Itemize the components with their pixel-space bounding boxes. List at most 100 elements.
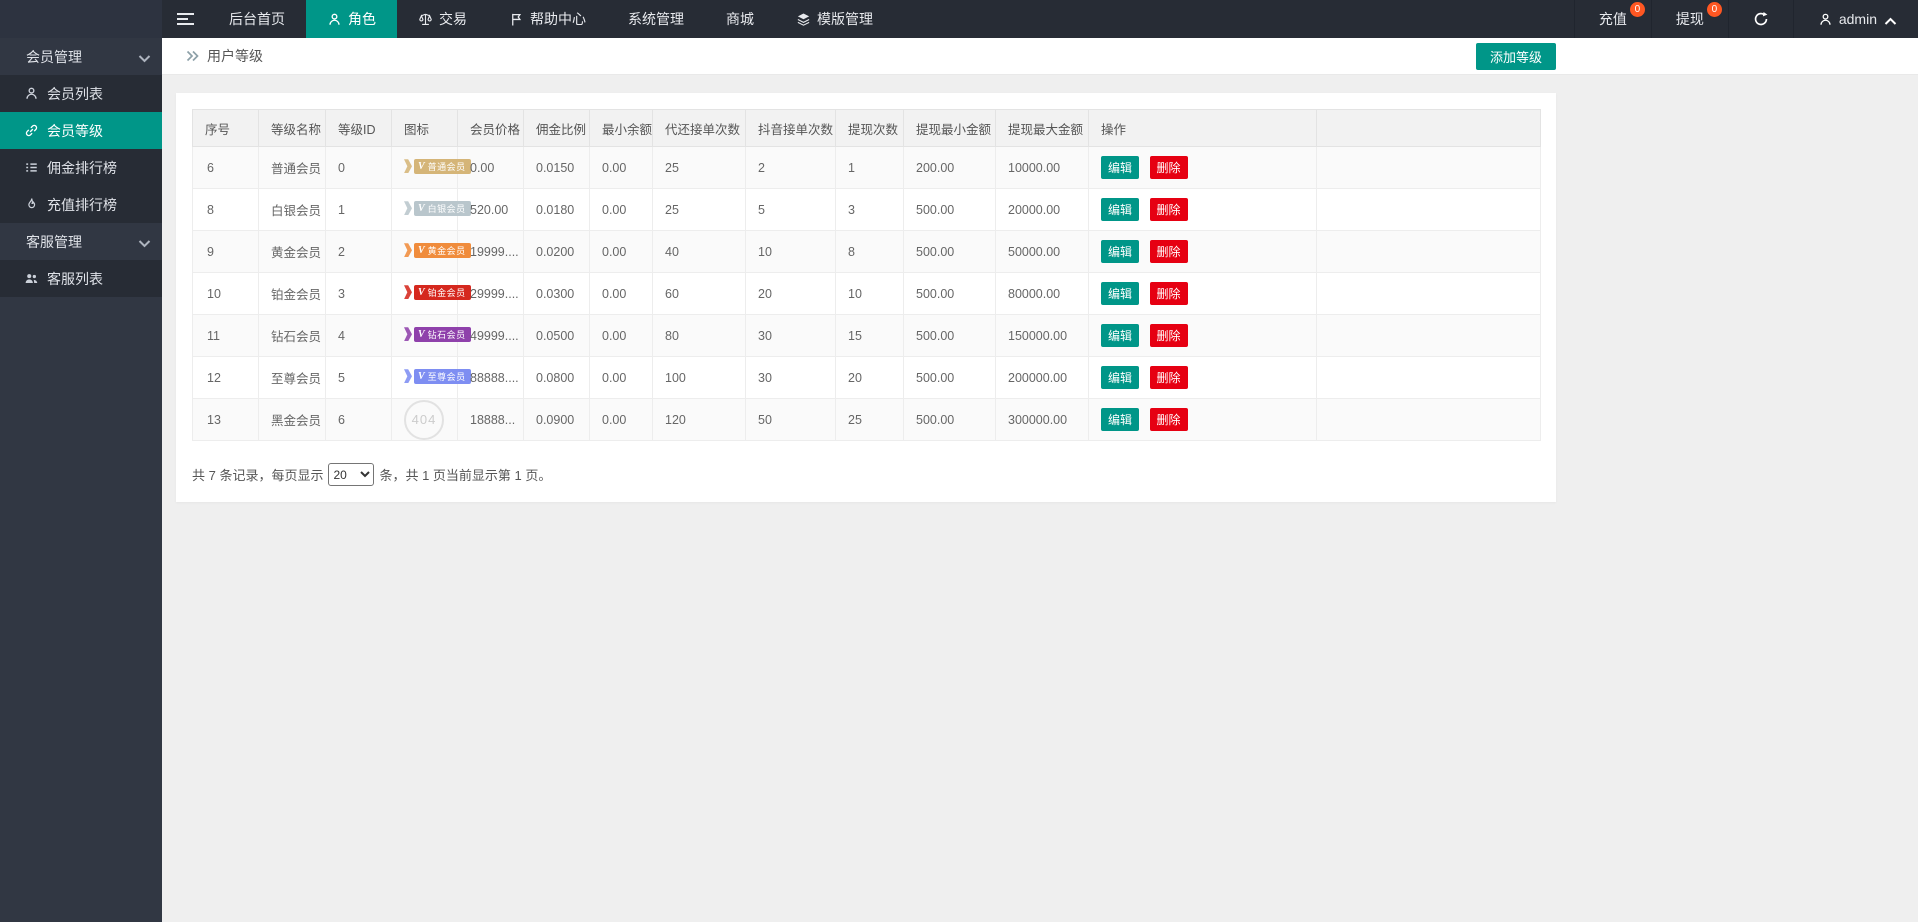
cell-icon: V 白银会员 <box>391 188 471 231</box>
delete-button[interactable]: 删除 <box>1149 156 1188 179</box>
chevron-down-icon <box>137 236 151 248</box>
col-douyin-orders: 抖音接单次数 <box>745 109 836 147</box>
cell-seq: 8 <box>192 188 259 231</box>
nav-item-mall[interactable]: 商城 <box>705 0 775 38</box>
delete-button[interactable]: 删除 <box>1149 408 1188 431</box>
page-size-select[interactable]: 20 <box>328 463 375 486</box>
cell-filler <box>1316 314 1541 357</box>
cell-commission-rate: 0.0300 <box>523 272 590 315</box>
table-header-row: 序号 等级名称 等级ID 图标 会员价格 佣金比例 最小余额 代还接单次数 抖音… <box>192 109 1541 147</box>
col-commission-rate: 佣金比例 <box>523 109 590 147</box>
cell-seq: 11 <box>192 314 259 357</box>
cell-douyin-orders: 50 <box>745 398 836 441</box>
sidebar-item-member-level[interactable]: 会员等级 <box>0 112 162 149</box>
withdraw-button[interactable]: 提现 0 <box>1650 0 1728 38</box>
nav-item-label: 后台首页 <box>229 11 285 27</box>
add-level-button[interactable]: 添加等级 <box>1475 43 1556 70</box>
cell-level-id: 0 <box>325 146 392 189</box>
badge-arrow-icon <box>404 201 412 216</box>
col-withdraw-times: 提现次数 <box>835 109 904 147</box>
nav-item-roles[interactable]: 角色 <box>306 0 397 38</box>
edit-button[interactable]: 编辑 <box>1101 324 1140 347</box>
table-row: 6 普通会员 0 V 普通会员 0.00 0.0150 0.00 25 2 1 2… <box>192 146 1541 189</box>
cell-repay-orders: 25 <box>652 188 746 231</box>
edit-button[interactable]: 编辑 <box>1101 366 1140 389</box>
badge-arrow-icon <box>404 243 412 258</box>
delete-button[interactable]: 删除 <box>1149 240 1188 263</box>
nav-item-label: 系统管理 <box>628 11 684 27</box>
cell-icon: V 铂金会员 <box>391 272 471 315</box>
withdraw-label: 提现 <box>1675 11 1704 27</box>
cell-withdraw-min: 500.00 <box>903 230 996 273</box>
cell-min-balance: 0.00 <box>589 230 653 273</box>
cell-level-name: 铂金会员 <box>258 272 326 315</box>
sidebar-item-commission-ranking[interactable]: 佣金排行榜 <box>0 149 162 186</box>
cell-withdraw-max: 20000.00 <box>995 188 1089 231</box>
table-row: 13 黑金会员 6 404 18888... 0.0900 0.00 120 5… <box>192 398 1541 441</box>
delete-button[interactable]: 删除 <box>1149 282 1188 305</box>
delete-button[interactable]: 删除 <box>1149 366 1188 389</box>
level-badge: V 铂金会员 <box>404 284 471 300</box>
cell-icon: 404 <box>391 398 458 441</box>
table-row: 10 铂金会员 3 V 铂金会员 29999.... 0.0300 0.00 60… <box>192 272 1541 315</box>
nav-item-templates[interactable]: 模版管理 <box>775 0 894 38</box>
cell-filler <box>1316 356 1541 399</box>
edit-button[interactable]: 编辑 <box>1101 282 1140 305</box>
cell-level-name: 至尊会员 <box>258 356 326 399</box>
cell-withdraw-max: 50000.00 <box>995 230 1089 273</box>
cell-seq: 6 <box>192 146 259 189</box>
broken-image-404: 404 <box>404 399 444 440</box>
nav-item-help-center[interactable]: 帮助中心 <box>488 0 607 38</box>
cell-filler <box>1316 398 1541 441</box>
sidebar-group-label: 客服管理 <box>26 233 82 250</box>
cell-repay-orders: 100 <box>652 356 746 399</box>
sidebar: 会员管理 会员列表 会员等级 佣金排行榜 充值排行榜 客服管理 客服列表 <box>0 38 162 922</box>
pagination: 共 7 条记录，每页显示 20 条，共 1 页当前显示第 1 页。 <box>192 463 1540 486</box>
cell-withdraw-max: 150000.00 <box>995 314 1089 357</box>
nav-item-trade[interactable]: 交易 <box>397 0 488 38</box>
edit-button[interactable]: 编辑 <box>1101 198 1140 221</box>
cell-actions: 编辑 删除 <box>1088 398 1317 441</box>
admin-user-menu[interactable]: admin <box>1792 0 1918 38</box>
cell-withdraw-max: 10000.00 <box>995 146 1089 189</box>
cell-withdraw-times: 1 <box>835 146 904 189</box>
cell-level-id: 5 <box>325 356 392 399</box>
cell-actions: 编辑 删除 <box>1088 314 1317 357</box>
cell-douyin-orders: 30 <box>745 356 836 399</box>
nav-item-home[interactable]: 后台首页 <box>208 0 306 38</box>
chevron-down-icon <box>137 51 151 63</box>
sidebar-item-recharge-ranking[interactable]: 充值排行榜 <box>0 186 162 223</box>
nav-item-system[interactable]: 系统管理 <box>607 0 705 38</box>
cell-withdraw-max: 200000.00 <box>995 356 1089 399</box>
cell-commission-rate: 0.0500 <box>523 314 590 357</box>
sidebar-item-label: 佣金排行榜 <box>47 159 117 176</box>
sidebar-group-member-management[interactable]: 会员管理 <box>0 38 162 75</box>
table-row: 12 至尊会员 5 V 至尊会员 88888.... 0.0800 0.00 10… <box>192 356 1541 399</box>
table-row: 9 黄金会员 2 V 黄金会员 19999.... 0.0200 0.00 40 … <box>192 230 1541 273</box>
edit-button[interactable]: 编辑 <box>1101 408 1140 431</box>
cell-filler <box>1316 272 1541 315</box>
cell-repay-orders: 120 <box>652 398 746 441</box>
sidebar-toggle-button[interactable] <box>162 0 208 38</box>
delete-button[interactable]: 删除 <box>1149 324 1188 347</box>
sidebar-group-service-management[interactable]: 客服管理 <box>0 223 162 260</box>
cell-min-balance: 0.00 <box>589 314 653 357</box>
recharge-button[interactable]: 充值 0 <box>1573 0 1651 38</box>
edit-button[interactable]: 编辑 <box>1101 240 1140 263</box>
sidebar-item-member-list[interactable]: 会员列表 <box>0 75 162 112</box>
sidebar-item-service-list[interactable]: 客服列表 <box>0 260 162 297</box>
flame-icon <box>24 197 39 212</box>
edit-button[interactable]: 编辑 <box>1101 156 1140 179</box>
user-icon <box>24 86 39 101</box>
pagination-prefix: 共 7 条记录，每页显示 <box>192 468 324 483</box>
cell-min-balance: 0.00 <box>589 272 653 315</box>
col-withdraw-max: 提现最大金额 <box>995 109 1089 147</box>
refresh-button[interactable] <box>1727 0 1793 38</box>
scales-icon <box>418 12 433 27</box>
sidebar-item-label: 客服列表 <box>47 270 103 287</box>
cell-withdraw-min: 200.00 <box>903 146 996 189</box>
nav-menu: 后台首页 角色 交易 帮助中心 系统管理 商城 模版管理 <box>208 0 894 38</box>
cell-actions: 编辑 删除 <box>1088 146 1317 189</box>
delete-button[interactable]: 删除 <box>1149 198 1188 221</box>
cell-filler <box>1316 188 1541 231</box>
